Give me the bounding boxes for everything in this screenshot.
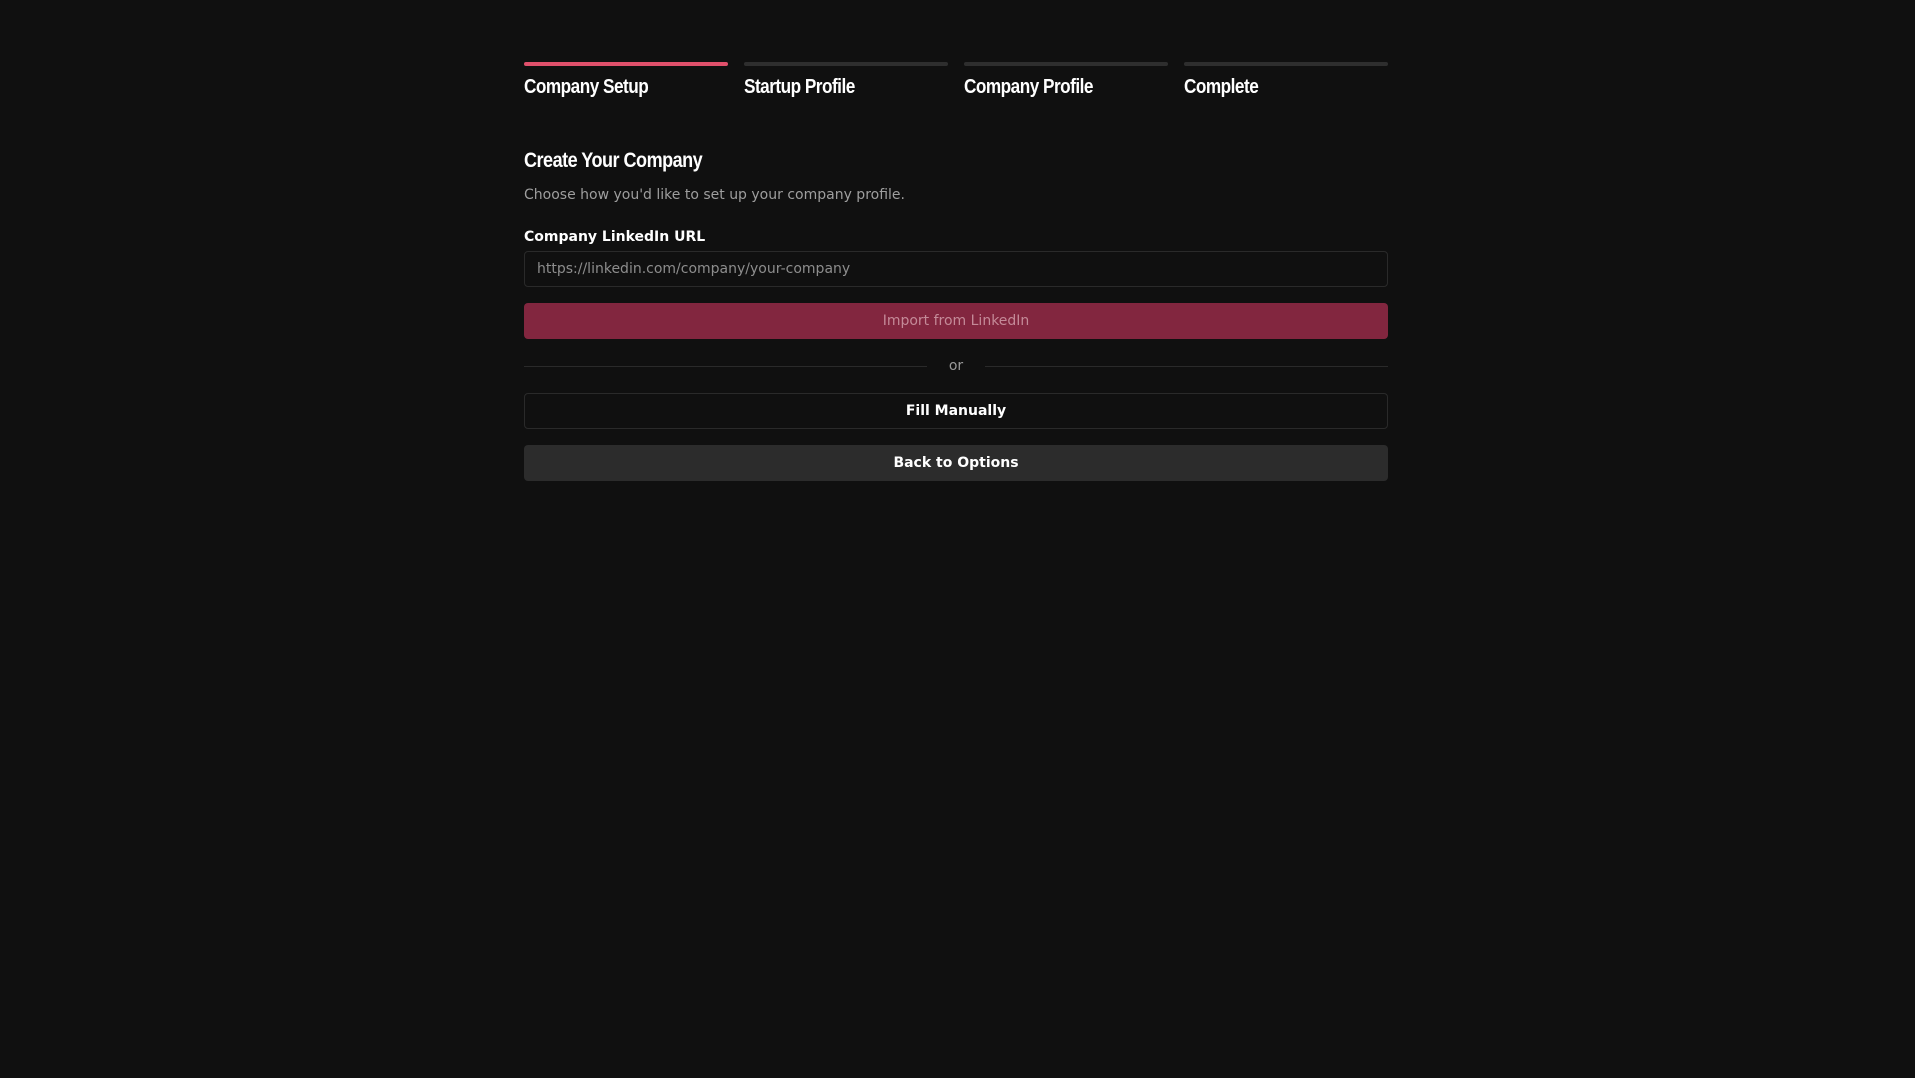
linkedin-url-input[interactable] xyxy=(524,251,1388,287)
back-to-options-button[interactable]: Back to Options xyxy=(524,445,1388,481)
step-company-setup[interactable]: Company Setup xyxy=(524,62,728,99)
linkedin-url-label: Company LinkedIn URL xyxy=(524,229,706,245)
step-label: Company Setup xyxy=(524,76,649,98)
step-progress-bar xyxy=(524,62,728,66)
step-progress-bar xyxy=(964,62,1168,66)
step-label: Company Profile xyxy=(964,76,1093,98)
onboarding-container: Company Setup Startup Profile Company Pr… xyxy=(524,62,1389,481)
or-divider: or xyxy=(524,353,1389,379)
step-progress-bar xyxy=(1184,62,1388,66)
step-startup-profile[interactable]: Startup Profile xyxy=(744,62,948,99)
fill-manually-button[interactable]: Fill Manually xyxy=(524,393,1388,429)
divider-line xyxy=(985,365,1389,367)
progress-stepper: Company Setup Startup Profile Company Pr… xyxy=(524,62,1388,99)
import-from-linkedin-button[interactable]: Import from LinkedIn xyxy=(524,303,1388,339)
divider-text: or xyxy=(948,358,964,374)
step-progress-bar xyxy=(744,62,948,66)
step-label: Complete xyxy=(1184,76,1259,98)
page-subtitle: Choose how you'd like to set up your com… xyxy=(524,187,905,203)
page-title: Create Your Company xyxy=(524,149,703,172)
step-company-profile[interactable]: Company Profile xyxy=(964,62,1168,99)
step-label: Startup Profile xyxy=(744,76,855,98)
divider-line xyxy=(524,365,927,367)
step-complete[interactable]: Complete xyxy=(1184,62,1388,99)
